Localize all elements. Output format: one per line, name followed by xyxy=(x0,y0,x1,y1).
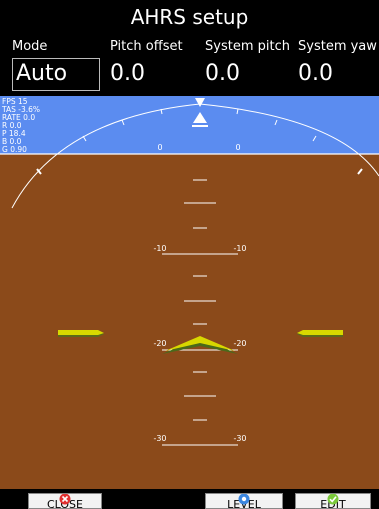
button-bar: CLOSE LEVEL EDIT xyxy=(0,489,379,509)
close-icon xyxy=(59,494,71,505)
pitch-label-right: -20 xyxy=(233,339,246,348)
artificial-horizon-graphic: 0 0 -10 -10 -20 -20 -30 -30 xyxy=(0,96,379,489)
pitch-label-left: -10 xyxy=(153,244,166,253)
system-yaw-label: System yaw xyxy=(298,39,377,54)
system-pitch-field[interactable]: System pitch 0.0 xyxy=(205,38,295,96)
artificial-horizon: 0 0 -10 -10 -20 -20 -30 -30 FPS 15 TAS -… xyxy=(0,96,379,489)
pitch-offset-label: Pitch offset xyxy=(110,39,183,54)
level-button[interactable]: LEVEL xyxy=(205,493,283,509)
right-wing-icon xyxy=(297,330,343,335)
left-wing-icon xyxy=(58,330,104,335)
telemetry-g: G 0.90 xyxy=(2,145,27,154)
pitch-offset-field[interactable]: Pitch offset 0.0 xyxy=(110,38,202,96)
pitch-label-left: -20 xyxy=(153,339,166,348)
screen-title: AHRS setup xyxy=(0,0,379,35)
horizon-mark-left: 0 xyxy=(157,143,162,152)
pitch-label-right: -30 xyxy=(233,434,246,443)
telemetry-readout: FPS 15 TAS -3.6% RATE 0.0 R 0.0 P 18.4 B… xyxy=(2,98,40,154)
system-pitch-value: 0.0 xyxy=(205,61,240,86)
check-icon xyxy=(327,494,339,505)
pitch-label-left: -30 xyxy=(153,434,166,443)
ground xyxy=(0,154,379,489)
level-icon xyxy=(238,494,250,505)
pitch-offset-value: 0.0 xyxy=(110,61,145,86)
mode-value: Auto xyxy=(16,61,68,86)
pitch-label-right: -10 xyxy=(233,244,246,253)
close-button[interactable]: CLOSE xyxy=(28,493,102,509)
system-yaw-value: 0.0 xyxy=(298,61,333,86)
system-yaw-field[interactable]: System yaw 0.0 xyxy=(298,38,379,96)
mode-field[interactable]: Mode Auto xyxy=(12,38,102,96)
horizon-mark-right: 0 xyxy=(235,143,240,152)
settings-fields: Mode Auto Pitch offset 0.0 System pitch … xyxy=(0,38,379,96)
system-pitch-label: System pitch xyxy=(205,39,290,54)
edit-button[interactable]: EDIT xyxy=(295,493,371,509)
mode-label: Mode xyxy=(12,39,48,54)
